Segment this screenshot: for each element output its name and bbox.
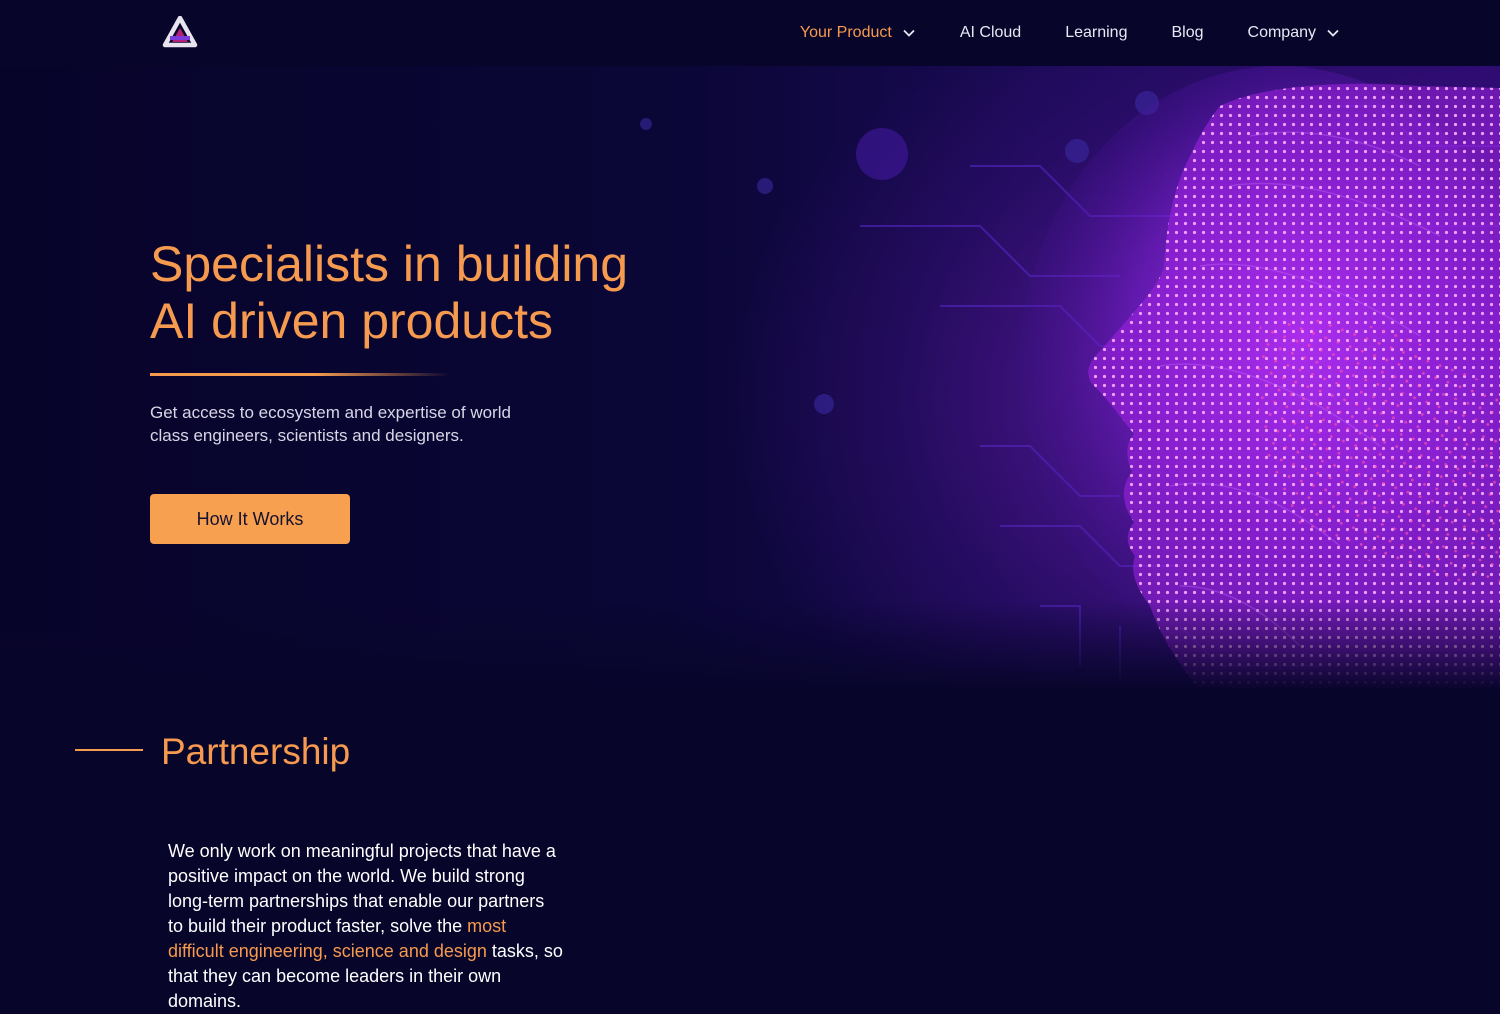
nav-ai-cloud[interactable]: AI Cloud	[960, 24, 1021, 42]
hero-title-line-1: Specialists in building	[150, 236, 629, 292]
ai-face-illustration	[640, 66, 1500, 690]
partnership-body: We only work on meaningful projects that…	[168, 839, 563, 1014]
section-title-line	[75, 749, 143, 751]
nav-company[interactable]: Company	[1248, 24, 1340, 42]
nav-blog-label: Blog	[1171, 24, 1204, 41]
hero-divider	[150, 373, 450, 376]
hero-subtitle: Get access to ecosystem and expertise of…	[150, 403, 511, 445]
how-it-works-button[interactable]: How It Works	[150, 494, 350, 544]
hero-title-line-2: AI driven products	[150, 293, 553, 349]
nav-your-product[interactable]: Your Product	[800, 24, 916, 42]
nav-company-label: Company	[1247, 24, 1316, 41]
hero-section: Specialists in building AI driven produc…	[0, 66, 1500, 690]
brand-logo[interactable]	[162, 15, 198, 48]
site-header: Your Product AI Cloud Learning Blog Comp…	[0, 0, 1500, 66]
nav-your-product-label: Your Product	[799, 24, 892, 41]
nav-ai-cloud-label: AI Cloud	[959, 24, 1022, 41]
chevron-down-icon	[902, 26, 916, 40]
hero-bottom-fade	[0, 600, 1500, 690]
main-nav: Your Product AI Cloud Learning Blog Comp…	[800, 0, 1340, 66]
nav-learning[interactable]: Learning	[1065, 24, 1127, 42]
hero-title: Specialists in building AI driven produc…	[150, 236, 670, 350]
logo-icon	[162, 15, 198, 48]
nav-learning-label: Learning	[1065, 24, 1128, 41]
partnership-title: Partnership	[161, 731, 351, 772]
nav-blog[interactable]: Blog	[1171, 24, 1203, 42]
chevron-down-icon	[1326, 26, 1340, 40]
